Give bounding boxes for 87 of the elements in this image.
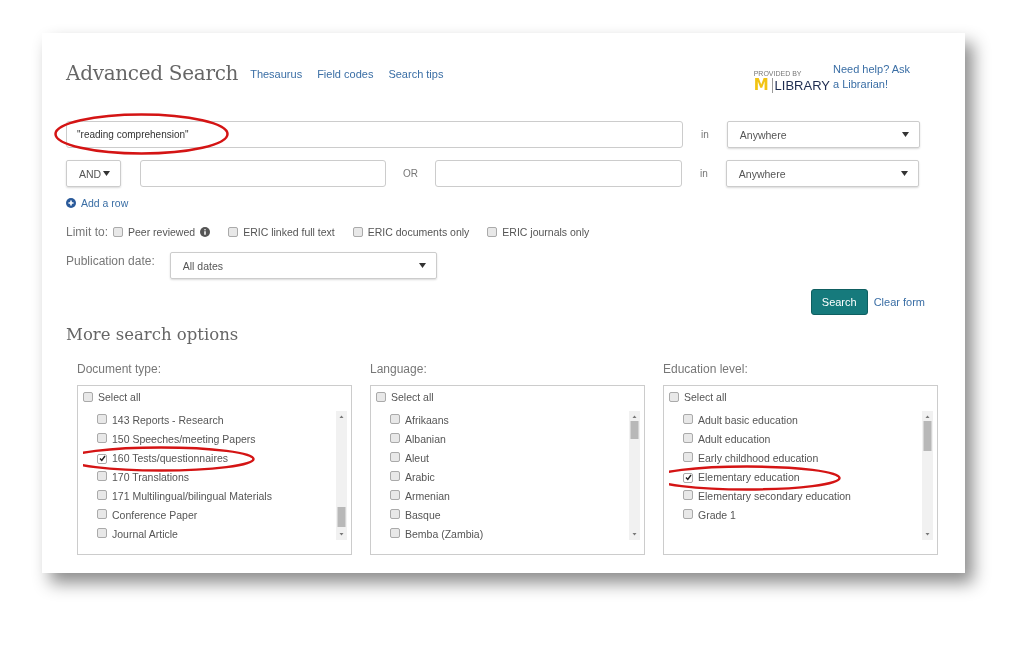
option-label: Journal Article <box>112 528 178 540</box>
clear-form-link[interactable]: Clear form <box>873 296 925 308</box>
checkbox[interactable] <box>683 452 693 462</box>
or-label: OR <box>403 168 418 179</box>
checkbox[interactable] <box>390 414 400 424</box>
option-label: Grade 1 <box>698 509 736 521</box>
checkbox[interactable] <box>390 471 400 481</box>
option-label: Albanian <box>405 433 446 445</box>
select-all-label: Select all <box>684 391 727 403</box>
option-label: Adult basic education <box>698 414 798 426</box>
checkbox[interactable] <box>352 227 363 237</box>
select-all-label: Select all <box>98 391 141 403</box>
checkbox[interactable] <box>97 509 107 519</box>
option-label: ERIC documents only <box>367 226 470 238</box>
checkbox[interactable] <box>83 392 93 402</box>
caret-icon <box>103 171 110 176</box>
option-label: Basque <box>405 509 441 521</box>
option-label: 171 Multilingual/bilingual Materials <box>112 490 272 502</box>
group-label: Language: <box>370 362 428 376</box>
caret-icon <box>900 171 908 176</box>
search-button[interactable]: Search <box>810 289 868 315</box>
checkbox[interactable] <box>390 452 400 462</box>
checkbox[interactable] <box>228 227 239 237</box>
option-label: Conference Paper <box>112 509 198 521</box>
option-label: 150 Speeches/meeting Papers <box>112 433 256 445</box>
group-label: Education level: <box>663 362 749 376</box>
option-label: Afrikaans <box>405 414 449 426</box>
add-row-link[interactable]: Add a row <box>66 197 941 209</box>
section-heading: More search options <box>66 325 240 344</box>
in-label: in <box>700 168 708 179</box>
group-label: Document type: <box>77 362 163 376</box>
field-select[interactable]: Anywhere <box>725 160 919 187</box>
checkbox[interactable] <box>113 227 123 237</box>
operator-select[interactable]: AND <box>66 160 121 187</box>
field-select[interactable]: Anywhere <box>726 121 920 148</box>
header-link[interactable]: Search tips <box>388 68 444 80</box>
checkbox[interactable] <box>683 433 693 443</box>
option-label: Arabic <box>405 471 435 483</box>
option-label: Adult education <box>698 433 771 445</box>
header-link[interactable]: Thesaurus <box>250 68 303 80</box>
option-label: Bemba (Zambia) <box>405 528 484 540</box>
help-link[interactable]: Need help? Ask a Librarian! <box>833 62 915 92</box>
checkbox[interactable] <box>97 414 107 424</box>
page-title: Advanced Search <box>66 61 239 85</box>
search-field[interactable] <box>140 160 386 187</box>
option-label: Peer reviewed <box>128 226 196 238</box>
option-label: 160 Tests/questionnaires <box>112 452 228 464</box>
checkbox[interactable] <box>97 453 107 464</box>
checkbox[interactable] <box>390 509 400 519</box>
option-label: Early childhood education <box>698 452 819 464</box>
date-select[interactable]: All dates <box>169 252 437 279</box>
option-label: ERIC journals only <box>502 226 590 238</box>
checkbox[interactable] <box>390 433 400 443</box>
scrollbar[interactable] <box>629 411 640 540</box>
caret-icon <box>418 263 426 268</box>
checkbox[interactable] <box>487 227 498 237</box>
checkbox[interactable] <box>683 414 693 424</box>
header-link[interactable]: Field codes <box>317 68 374 80</box>
checkbox[interactable] <box>97 471 107 481</box>
checkbox[interactable] <box>683 472 693 483</box>
in-label: in <box>701 129 709 140</box>
option-label: Elementary secondary education <box>698 490 851 502</box>
limit-label: Limit to: <box>66 225 108 239</box>
checkbox[interactable] <box>376 392 386 402</box>
checkbox[interactable] <box>97 490 107 500</box>
scrollbar[interactable] <box>922 411 933 540</box>
scrollbar[interactable] <box>336 411 347 540</box>
option-label: Elementary education <box>698 471 800 483</box>
option-label: ERIC linked full text <box>243 226 335 238</box>
option-label: 143 Reports - Research <box>112 414 224 426</box>
select-all-label: Select all <box>391 391 434 403</box>
checkbox[interactable] <box>683 509 693 519</box>
option-label: Armenian <box>405 490 450 502</box>
checkbox[interactable] <box>97 528 107 538</box>
option-label: Aleut <box>405 452 429 464</box>
info-icon[interactable] <box>200 227 211 237</box>
checkbox[interactable] <box>97 433 107 443</box>
checkbox[interactable] <box>390 490 400 500</box>
checkbox[interactable] <box>669 392 679 402</box>
option-label: 170 Translations <box>112 471 190 483</box>
search-field[interactable]: "reading comprehension" <box>66 121 683 148</box>
search-field[interactable] <box>435 160 682 187</box>
checkbox[interactable] <box>683 490 693 500</box>
checkbox[interactable] <box>390 528 400 538</box>
plus-icon <box>66 198 76 208</box>
date-label: Publication date: <box>66 254 155 268</box>
caret-icon <box>901 132 909 137</box>
